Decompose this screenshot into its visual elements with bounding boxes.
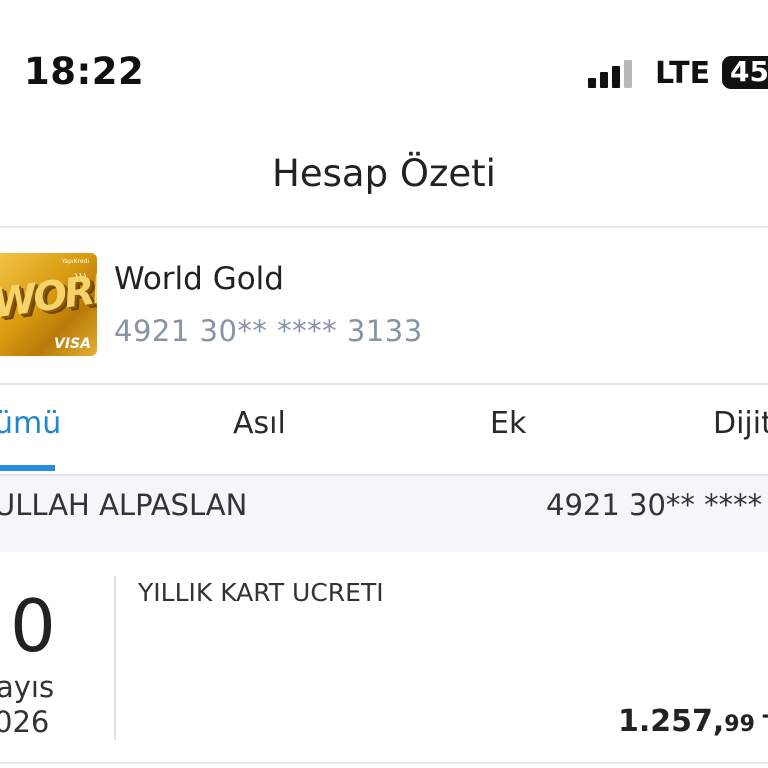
date-separator (114, 576, 116, 740)
transaction-day: 0 (10, 584, 56, 668)
tab-additional-card[interactable]: Ek (490, 406, 526, 441)
bank-logo: YapıKredi (61, 258, 89, 265)
signal-strength-icon (588, 58, 636, 88)
card-number: 4921 30** **** 3133 (114, 314, 423, 348)
transaction-year: 026 (0, 705, 50, 739)
active-tab-indicator (0, 465, 55, 471)
tab-main-card[interactable]: Asıl (233, 406, 286, 441)
cardholder-name: ULLAH ALPASLAN (0, 488, 248, 522)
tab-all[interactable]: ümü (0, 406, 61, 441)
credit-card-image: YapıKredi ))) WORLD VISA (0, 253, 97, 356)
battery-level: 45 (730, 56, 768, 88)
card-divider (0, 383, 768, 385)
transaction-month: ayıs (0, 670, 55, 704)
status-time: 18:22 (24, 50, 145, 93)
transaction-amount: 1.257,99 TL (618, 704, 768, 739)
tabs-divider (0, 474, 768, 476)
amount-cents: 99 TL (724, 712, 768, 737)
header-divider (0, 226, 768, 228)
visa-logo: VISA (54, 336, 91, 352)
tab-digital-card[interactable]: Dijit (713, 406, 768, 441)
page-title: Hesap Özeti (272, 152, 496, 195)
cardholder-card-number: 4921 30** **** 3 (546, 488, 768, 522)
transaction-description[interactable]: YILLIK KART UCRETI (138, 578, 384, 607)
amount-main: 1.257, (618, 704, 725, 739)
card-art-text: WORLD (0, 260, 97, 328)
list-bottom-divider (0, 762, 768, 764)
card-name: World Gold (114, 261, 284, 297)
battery-icon: 45 (722, 56, 768, 89)
network-type: LTE (655, 56, 711, 91)
